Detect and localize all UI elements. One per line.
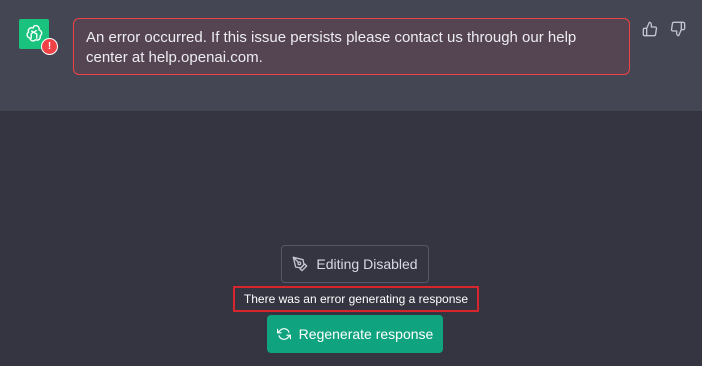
generation-error-notice: There was an error generating a response (233, 286, 479, 312)
thumbs-up-button[interactable] (641, 20, 659, 38)
editing-disabled-button: Editing Disabled (281, 245, 429, 283)
editing-disabled-label: Editing Disabled (316, 256, 418, 272)
pen-off-icon (293, 256, 308, 272)
error-badge-icon: ! (41, 38, 58, 55)
regenerate-response-label: Regenerate response (298, 326, 434, 342)
thumbs-down-icon (670, 21, 686, 37)
error-message: An error occurred. If this issue persist… (73, 18, 630, 75)
thumbs-down-button[interactable] (669, 20, 687, 38)
error-message-text: An error occurred. If this issue persist… (86, 29, 577, 66)
assistant-message-row: ! An error occurred. If this issue persi… (0, 0, 702, 112)
regenerate-response-button[interactable]: Regenerate response (267, 315, 443, 353)
thumbs-up-icon (642, 21, 658, 37)
refresh-icon (276, 328, 291, 340)
